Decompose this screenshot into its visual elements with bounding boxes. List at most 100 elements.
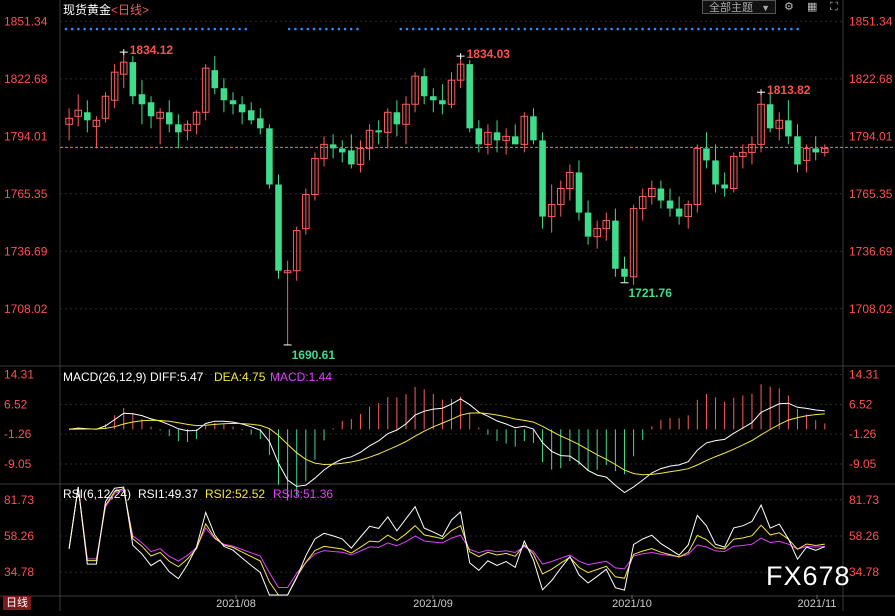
event-dot	[566, 27, 570, 31]
price-tick-left: 1794.01	[4, 129, 48, 143]
event-dot	[659, 27, 663, 31]
event-dot	[151, 27, 155, 31]
event-dot	[424, 27, 427, 31]
rsi-tick-left: 81.73	[4, 493, 34, 507]
period-selector[interactable]: <日线>	[111, 3, 149, 17]
event-dot	[399, 27, 403, 31]
event-dot	[759, 27, 762, 31]
candle-body-down	[275, 184, 282, 271]
candle-body-down	[348, 150, 355, 165]
macd-tick-right: -9.05	[849, 457, 877, 471]
event-dot	[343, 27, 347, 31]
candle-body-down	[666, 200, 674, 209]
event-dot	[232, 27, 235, 31]
event-dot	[145, 27, 148, 31]
event-dot	[746, 27, 750, 31]
candle-body-down	[420, 76, 428, 97]
event-dot	[157, 27, 161, 31]
event-dot	[672, 27, 675, 31]
event-dot	[585, 27, 589, 31]
event-dot	[194, 27, 198, 31]
candle-body-down	[338, 148, 346, 153]
candle-body-down	[511, 136, 519, 145]
high-label-3: 1813.82	[767, 83, 811, 97]
theme-dropdown[interactable]: 全部主题 ▼	[702, 0, 776, 14]
event-dot	[535, 27, 539, 31]
event-dot	[653, 27, 657, 31]
candle-body-down	[257, 118, 264, 129]
event-dot	[604, 27, 607, 31]
event-dot	[560, 27, 564, 31]
event-dot	[449, 27, 452, 31]
price-tick-right: 1708.02	[849, 302, 893, 316]
macd-tick-right: -1.26	[849, 427, 877, 441]
event-dot	[318, 27, 322, 31]
rsi-tick-right: 34.78	[849, 565, 879, 579]
candle-body-down	[220, 88, 228, 101]
event-dot	[356, 27, 359, 31]
event-dot	[684, 27, 688, 31]
event-dot	[108, 27, 111, 31]
price-tick-right: 1794.01	[849, 129, 893, 143]
event-dot	[436, 27, 440, 31]
layout-icon[interactable]: ▦	[807, 2, 817, 13]
settings-icon[interactable]: ⚙	[784, 2, 794, 13]
event-dot	[207, 27, 210, 31]
event-dot	[647, 27, 651, 31]
candle-body-down	[530, 116, 537, 141]
candle-body-down	[439, 100, 446, 105]
event-dot	[139, 27, 142, 31]
high-label-2: 1834.03	[467, 47, 511, 61]
event-dot	[473, 27, 477, 31]
candle-body-down	[721, 184, 728, 189]
period-tab[interactable]: 日线	[3, 596, 31, 610]
candle-body-down	[393, 112, 401, 125]
event-dot	[777, 27, 781, 31]
macd-tick-left: -9.05	[4, 457, 32, 471]
candle-body-down	[138, 94, 146, 105]
macd-diff-line	[69, 398, 825, 494]
event-dot	[641, 27, 644, 31]
event-dot	[349, 27, 353, 31]
event-dot	[120, 27, 124, 31]
macd-tick-left: 6.52	[4, 397, 28, 411]
candle-body-down	[621, 268, 628, 277]
event-dot	[678, 27, 682, 31]
event-dot	[579, 27, 582, 31]
event-dot	[573, 27, 576, 31]
event-dot	[467, 27, 471, 31]
event-dot	[306, 27, 310, 31]
event-dot	[238, 27, 241, 31]
event-dot	[517, 27, 520, 31]
macd-tick-left: 14.31	[4, 367, 34, 381]
event-dot	[325, 27, 328, 31]
event-dot	[331, 27, 334, 31]
candle-body-down	[675, 208, 683, 217]
fullscreen-icon[interactable]: ⛶	[830, 2, 840, 13]
event-dot	[591, 27, 595, 31]
rsi-legend-rsi1: RSI1:49.37	[138, 487, 198, 501]
candle-body-down	[703, 148, 710, 161]
rsi-legend-rsi3: RSI3:51.36	[273, 487, 333, 501]
rsi-tick-right: 58.26	[849, 529, 879, 543]
price-tick-right: 1851.34	[849, 14, 893, 28]
event-dot	[610, 27, 613, 31]
candle-body-down	[84, 112, 91, 121]
chart-root: 1851.34 1851.34 1822.68 1822.68 1794.01 1794.…	[0, 0, 895, 611]
event-dot	[783, 27, 787, 31]
event-dot	[690, 27, 694, 31]
candle-body-down	[430, 96, 437, 101]
price-tick-left: 1851.34	[4, 14, 48, 28]
candle-body-down	[375, 130, 382, 133]
symbol-name: 现货黄金	[63, 3, 112, 17]
high-label-1: 1834.12	[130, 43, 174, 57]
event-dot	[480, 27, 483, 31]
event-dot	[405, 27, 409, 31]
event-dot	[709, 27, 713, 31]
event-dot	[455, 27, 458, 31]
event-dot	[176, 27, 179, 31]
event-dot	[163, 27, 167, 31]
event-dot	[703, 27, 706, 31]
macd-legend-diff: DIFF:5.47	[150, 370, 204, 384]
event-dot	[418, 27, 421, 31]
